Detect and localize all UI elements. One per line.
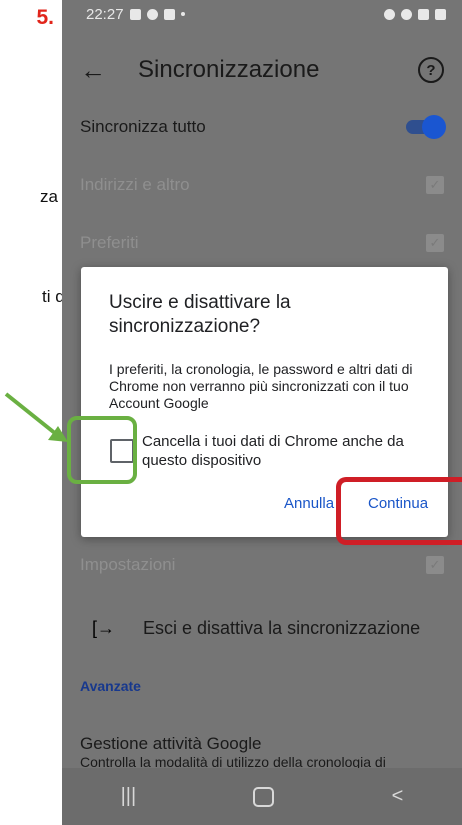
section-header: Avanzate bbox=[80, 678, 141, 694]
recent-apps-icon[interactable]: ||| bbox=[121, 785, 137, 808]
help-circle-icon[interactable]: ? bbox=[418, 57, 444, 83]
highlight-box-checkbox bbox=[67, 416, 137, 484]
page-title: Sincronizzazione bbox=[138, 56, 320, 83]
system-nav-bar: ||| < bbox=[62, 768, 462, 825]
dialog-body: I preferiti, la cronologia, le password … bbox=[109, 361, 413, 411]
notification-icon bbox=[163, 8, 175, 20]
wifi-icon bbox=[401, 8, 412, 20]
checkbox-checked-icon[interactable]: ✓ bbox=[426, 556, 444, 574]
notification-dot-icon bbox=[180, 12, 185, 16]
sync-item-bookmarks[interactable]: Preferiti ✓ bbox=[62, 226, 462, 260]
advanced-section: Avanzate bbox=[62, 674, 462, 698]
status-bar: 22:27 bbox=[62, 0, 462, 28]
cancel-button[interactable]: Annulla bbox=[284, 495, 334, 512]
app-bar: ← Sincronizzazione ? bbox=[62, 28, 462, 112]
status-time: 22:27 bbox=[86, 5, 124, 23]
notification-icon bbox=[146, 8, 158, 20]
activity-title: Gestione attività Google bbox=[80, 734, 262, 753]
sync-item-settings[interactable]: Impostazioni ✓ bbox=[62, 548, 462, 582]
home-icon[interactable] bbox=[253, 786, 275, 807]
sync-item-label: Indirizzi e altro bbox=[80, 175, 190, 194]
clear-data-label[interactable]: Cancella i tuoi dati di Chrome anche da … bbox=[142, 432, 432, 470]
step-number: 5. bbox=[36, 6, 54, 29]
toggle-knob bbox=[422, 115, 446, 139]
checkbox-checked-icon[interactable]: ✓ bbox=[426, 176, 444, 194]
dialog-title: Uscire e disattivare la sincronizzazione… bbox=[109, 292, 291, 337]
sync-item-addresses[interactable]: Indirizzi e altro ✓ bbox=[62, 168, 462, 202]
sync-all-label: Sincronizza tutto bbox=[80, 117, 206, 136]
sync-all-toggle[interactable] bbox=[406, 115, 446, 139]
highlight-box-continue bbox=[336, 477, 462, 545]
notification-icon bbox=[129, 8, 141, 20]
doc-text-fragment: za bbox=[40, 187, 58, 206]
signout-row[interactable]: [→ Esci e disattiva la sincronizzazione bbox=[62, 608, 462, 648]
sync-all-row[interactable]: Sincronizza tutto bbox=[62, 110, 462, 144]
sync-item-label: Impostazioni bbox=[80, 555, 176, 574]
sync-item-label: Preferiti bbox=[80, 233, 139, 252]
back-nav-icon[interactable]: < bbox=[392, 785, 404, 808]
exit-icon: [→ bbox=[92, 617, 116, 638]
signout-label: Esci e disattiva la sincronizzazione bbox=[143, 617, 421, 638]
battery-icon bbox=[435, 8, 446, 20]
arrow-left-icon[interactable]: ← bbox=[80, 55, 120, 86]
alarm-icon bbox=[384, 8, 395, 20]
checkbox-checked-icon[interactable]: ✓ bbox=[426, 234, 444, 252]
signal-icon bbox=[418, 8, 429, 20]
